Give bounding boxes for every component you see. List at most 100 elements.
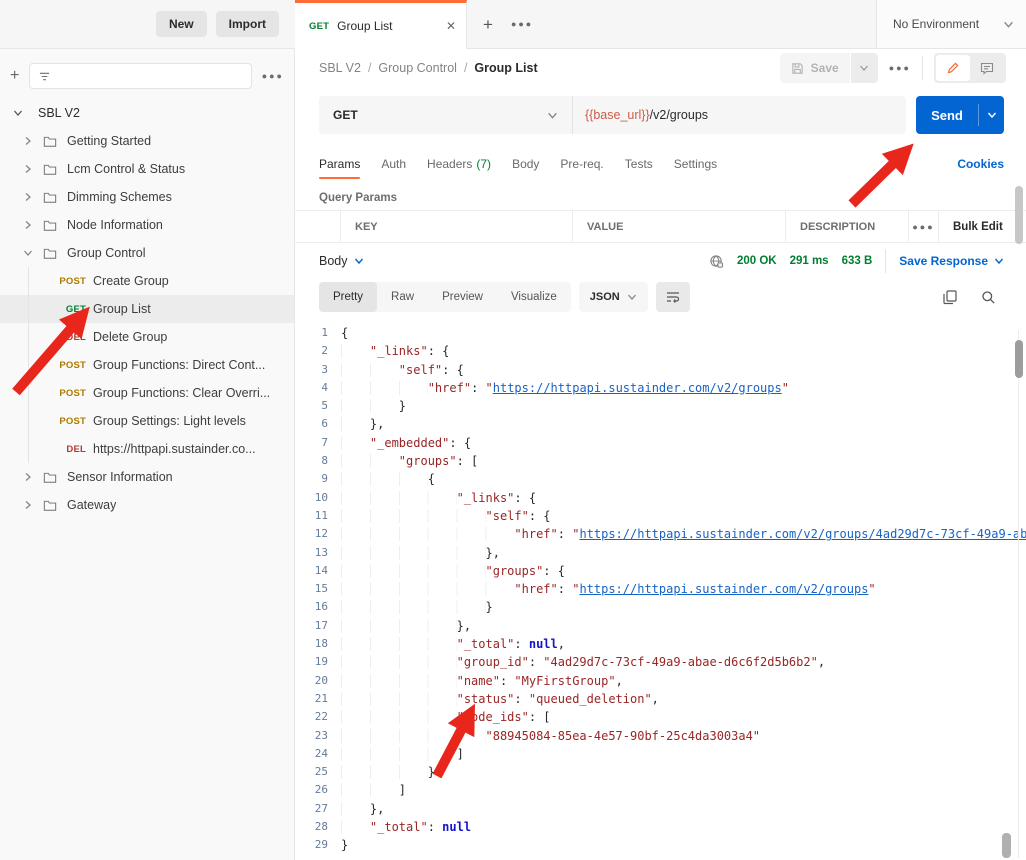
- breadcrumb-item[interactable]: SBL V2: [319, 61, 361, 75]
- copy-button[interactable]: [943, 289, 957, 305]
- code-line: 7 "_embedded": {: [295, 434, 1026, 452]
- close-tab-icon[interactable]: ✕: [446, 19, 456, 33]
- column-key[interactable]: KEY: [340, 211, 572, 242]
- network-globe-icon[interactable]: [709, 254, 724, 269]
- column-description[interactable]: DESCRIPTION: [785, 211, 908, 242]
- save-button[interactable]: Save: [779, 53, 850, 83]
- new-button[interactable]: New: [155, 11, 207, 37]
- chevron-right-icon[interactable]: [23, 220, 33, 230]
- response-time[interactable]: 291 ms: [790, 255, 829, 267]
- method-badge: POST: [59, 359, 86, 371]
- method-badge: POST: [59, 387, 86, 399]
- response-body-dropdown[interactable]: Body: [319, 254, 364, 268]
- tab-options-icon[interactable]: ●●●: [511, 19, 533, 29]
- sidebar-request-item[interactable]: DEL https://httpapi.sustainder.co...: [0, 435, 294, 463]
- sidebar-request-item[interactable]: POST Group Functions: Direct Cont...: [0, 351, 294, 379]
- request-options-icon[interactable]: ●●●: [889, 63, 911, 73]
- view-tab-raw[interactable]: Raw: [377, 282, 428, 312]
- url-input[interactable]: {{base_url}}/v2/groups: [573, 96, 906, 134]
- line-number: 1: [321, 326, 328, 339]
- scrollbar-track: [1018, 330, 1019, 858]
- add-tab-icon[interactable]: +: [483, 16, 493, 33]
- bulk-edit-button[interactable]: Bulk Edit: [938, 211, 1026, 242]
- wrap-text-button[interactable]: [655, 282, 690, 312]
- params-scrollbar[interactable]: [1015, 186, 1023, 244]
- line-number: 29: [314, 838, 328, 852]
- tab-params[interactable]: Params: [319, 143, 361, 185]
- method-badge: POST: [59, 415, 86, 427]
- sidebar-folder-item[interactable]: Lcm Control & Status: [0, 155, 294, 183]
- response-scrollbar[interactable]: [1015, 340, 1023, 378]
- folder-icon: [43, 248, 57, 259]
- send-options-button[interactable]: [979, 96, 1004, 134]
- sidebar-folder-item[interactable]: Getting Started: [0, 127, 294, 155]
- comments-button[interactable]: [970, 55, 1004, 81]
- request-actions: Save ●●●: [779, 53, 1006, 83]
- send-button[interactable]: Send: [916, 96, 978, 134]
- sidebar-request-item[interactable]: POST Group Functions: Clear Overri...: [0, 379, 294, 407]
- request-tab[interactable]: GET Group List ✕: [295, 0, 467, 49]
- horizontal-scrollbar[interactable]: [1002, 833, 1011, 858]
- search-button[interactable]: [981, 290, 996, 305]
- code-line: 4 "href": "https://httpapi.sustainder.co…: [295, 379, 1026, 397]
- cookies-link[interactable]: Cookies: [957, 157, 1004, 171]
- code-line: 20 "name": "MyFirstGroup",: [295, 672, 1026, 690]
- collection-sbl-v2[interactable]: SBL V2: [0, 99, 294, 127]
- column-value[interactable]: VALUE: [572, 211, 785, 242]
- breadcrumb-item[interactable]: Group Control: [378, 61, 457, 75]
- method-badge: DEL: [66, 443, 86, 455]
- tab-auth[interactable]: Auth: [381, 143, 406, 185]
- tab-settings[interactable]: Settings: [674, 143, 717, 185]
- tab-tests[interactable]: Tests: [625, 143, 653, 185]
- breadcrumb-item[interactable]: Group List: [474, 61, 537, 75]
- sidebar-folder-item[interactable]: Node Information: [0, 211, 294, 239]
- import-button[interactable]: Import: [215, 11, 279, 37]
- query-params-table: KEY VALUE DESCRIPTION ●●● Bulk Edit: [295, 210, 1026, 243]
- chevron-right-icon[interactable]: [23, 472, 33, 482]
- new-collection-icon[interactable]: +: [10, 68, 19, 84]
- chevron-right-icon[interactable]: [23, 164, 33, 174]
- sidebar-request-item[interactable]: POST Group Settings: Light levels: [0, 407, 294, 435]
- response-size[interactable]: 633 B: [842, 255, 873, 267]
- folder-label: Node Information: [67, 218, 163, 232]
- code-line: 16 }: [295, 598, 1026, 616]
- request-label: Delete Group: [93, 330, 168, 344]
- response-code[interactable]: 1{2 "_links": {3 "self": {4 "href": "htt…: [295, 317, 1026, 860]
- chevron-down-icon[interactable]: [13, 108, 23, 118]
- chevron-right-icon[interactable]: [23, 500, 33, 510]
- sidebar-folder-item[interactable]: Gateway: [0, 491, 294, 519]
- chevron-down-icon[interactable]: [23, 248, 33, 258]
- line-number: 9: [321, 472, 328, 486]
- tab-body[interactable]: Body: [512, 143, 539, 185]
- search-input[interactable]: [29, 63, 252, 89]
- tab-pre-req-[interactable]: Pre-req.: [560, 143, 603, 185]
- method-select[interactable]: GET: [319, 96, 573, 134]
- status-badge[interactable]: 200 OK: [737, 255, 777, 267]
- format-select[interactable]: JSON: [578, 282, 648, 312]
- view-tab-preview[interactable]: Preview: [428, 282, 497, 312]
- code-line: 12 "href": "https://httpapi.sustainder.c…: [295, 525, 1026, 543]
- edit-mode-button[interactable]: [936, 55, 970, 81]
- save-response-button[interactable]: Save Response: [899, 254, 1004, 268]
- environment-selector[interactable]: No Environment: [876, 0, 1026, 48]
- method-badge: DEL: [66, 331, 86, 343]
- chevron-right-icon[interactable]: [23, 136, 33, 146]
- column-options-icon[interactable]: ●●●: [908, 211, 938, 242]
- sidebar-request-item[interactable]: DEL Delete Group: [0, 323, 294, 351]
- sidebar-request-item[interactable]: GET Group List: [0, 295, 294, 323]
- line-number: 10: [314, 490, 328, 504]
- view-tab-pretty[interactable]: Pretty: [319, 282, 378, 312]
- sidebar-request-item[interactable]: POST Create Group: [0, 267, 294, 295]
- sidebar-folder-item[interactable]: Group Control: [0, 239, 294, 267]
- sidebar-folder-item[interactable]: Sensor Information: [0, 463, 294, 491]
- sidebar-options-icon[interactable]: ●●●: [262, 71, 284, 81]
- code-line: 19 "group_id": "4ad29d7c-73cf-49a9-abae-…: [295, 653, 1026, 671]
- save-options-button[interactable]: [850, 53, 878, 83]
- sidebar-folder-item[interactable]: Dimming Schemes: [0, 183, 294, 211]
- chevron-right-icon[interactable]: [23, 192, 33, 202]
- tab-headers[interactable]: Headers (7): [427, 143, 491, 185]
- line-number: 6: [321, 417, 328, 431]
- view-tab-visualize[interactable]: Visualize: [497, 282, 571, 312]
- chevron-down-icon: [1004, 21, 1013, 28]
- chevron-down-icon: [627, 294, 636, 300]
